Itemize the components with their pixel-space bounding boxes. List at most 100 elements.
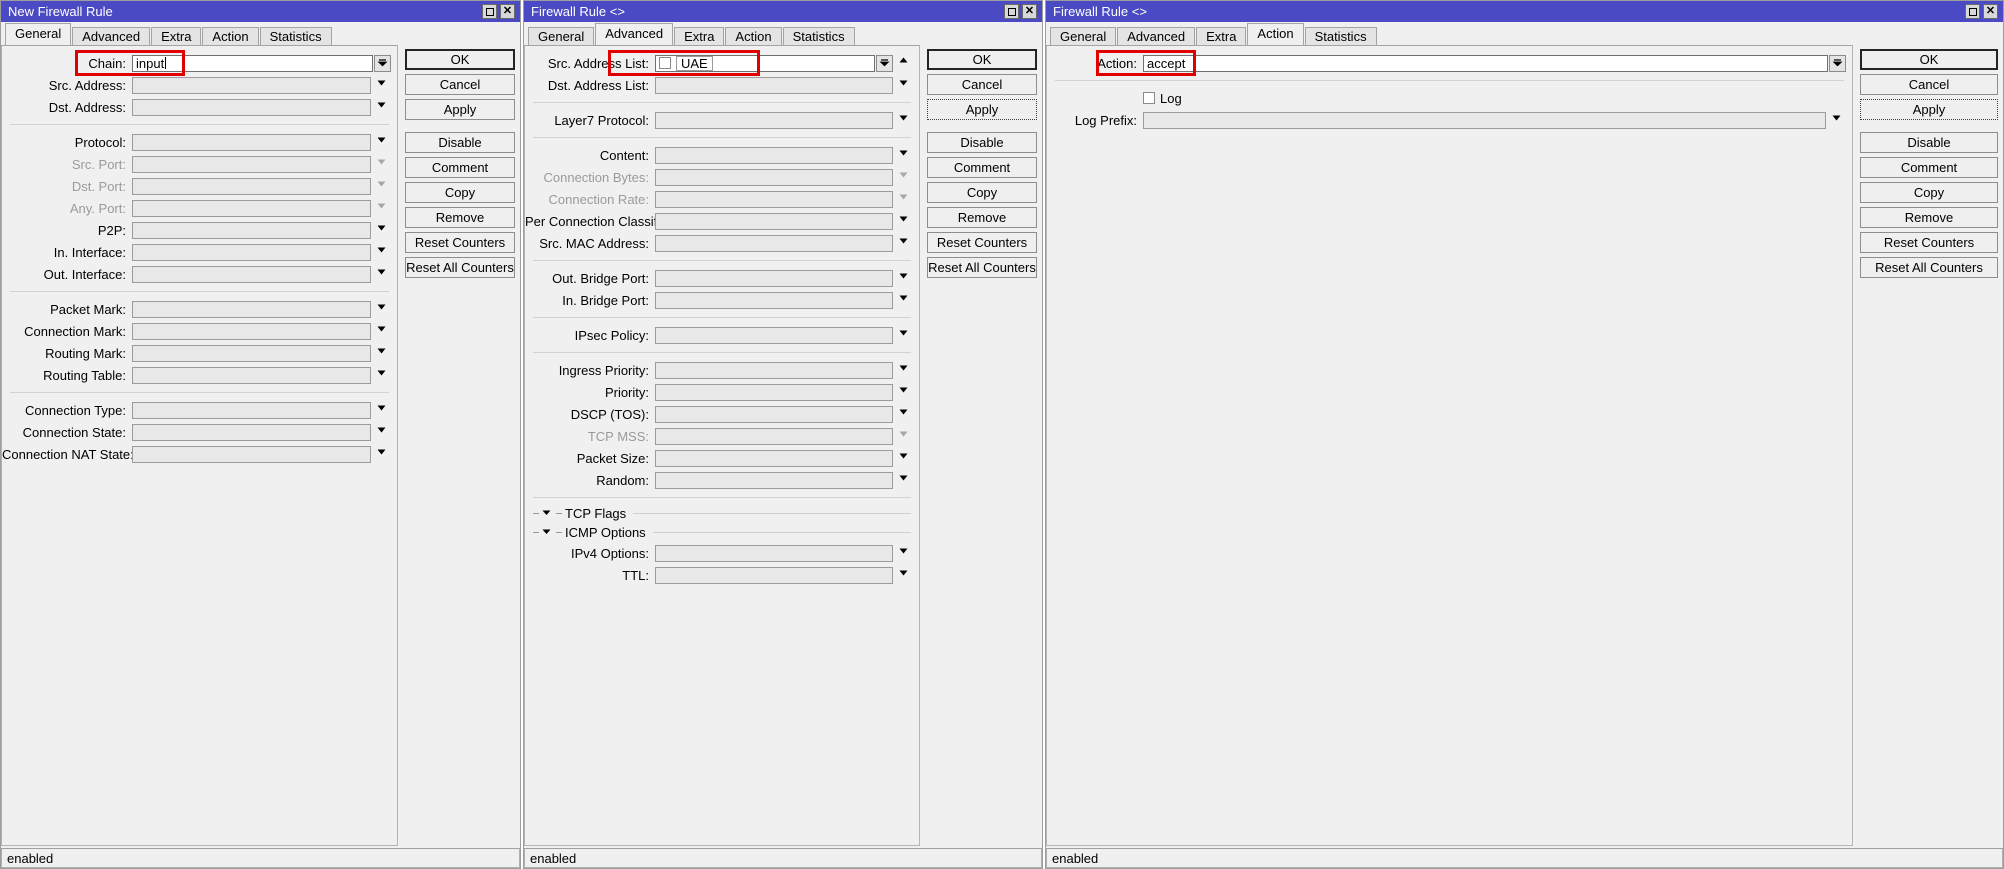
chevron-down-icon[interactable] (893, 383, 913, 402)
copy-button[interactable]: Copy (1860, 182, 1998, 203)
chevron-down-icon[interactable] (371, 322, 391, 341)
chevron-down-icon[interactable] (371, 221, 391, 240)
comment-button[interactable]: Comment (405, 157, 515, 178)
apply-button[interactable]: Apply (927, 99, 1037, 120)
field-input[interactable] (655, 190, 893, 208)
comment-button[interactable]: Comment (927, 157, 1037, 178)
tab-general[interactable]: General (1050, 27, 1117, 45)
chevron-down-icon[interactable] (371, 98, 391, 117)
ok-button[interactable]: OK (405, 49, 515, 70)
chevron-down-icon[interactable] (371, 243, 391, 262)
tab-general[interactable]: General (5, 23, 72, 45)
field-input[interactable] (655, 544, 893, 562)
chevron-down-icon[interactable] (371, 133, 391, 152)
chevron-down-icon[interactable] (1826, 111, 1846, 130)
field-input[interactable] (132, 133, 371, 151)
field-input[interactable]: accept (1143, 54, 1828, 72)
field-input[interactable] (655, 361, 893, 379)
chevron-down-icon[interactable] (893, 146, 913, 165)
collapsible-icmp-options[interactable]: ICMP Options (525, 523, 919, 542)
chevron-down-icon[interactable] (371, 155, 391, 174)
field-input[interactable] (655, 269, 893, 287)
tab-extra[interactable]: Extra (674, 27, 725, 45)
reset-counters-button[interactable]: Reset Counters (927, 232, 1037, 253)
chevron-down-icon[interactable] (371, 445, 391, 464)
close-icon[interactable]: ✕ (1983, 4, 1998, 19)
reset-counters-button[interactable]: Reset Counters (405, 232, 515, 253)
value-chip[interactable]: UAE (676, 55, 713, 71)
ok-button[interactable]: OK (927, 49, 1037, 70)
tab-statistics[interactable]: Statistics (259, 27, 332, 45)
field-input[interactable] (655, 168, 893, 186)
remove-button[interactable]: Remove (927, 207, 1037, 228)
field-input[interactable] (132, 300, 371, 318)
maximize-icon[interactable] (482, 4, 497, 19)
field-input[interactable] (132, 243, 371, 261)
tab-extra[interactable]: Extra (151, 27, 202, 45)
reset-counters-button[interactable]: Reset Counters (1860, 232, 1998, 253)
tab-statistics[interactable]: Statistics (782, 27, 855, 45)
close-icon[interactable]: ✕ (500, 4, 515, 19)
apply-button[interactable]: Apply (405, 99, 515, 120)
log-checkbox[interactable] (1143, 92, 1155, 104)
field-input[interactable] (132, 445, 371, 463)
cancel-button[interactable]: Cancel (405, 74, 515, 95)
chevron-down-icon[interactable] (893, 326, 913, 345)
field-input[interactable]: input (132, 54, 373, 72)
tab-advanced[interactable]: Advanced (72, 27, 151, 45)
tab-advanced[interactable]: Advanced (1117, 27, 1196, 45)
chevron-down-icon[interactable] (893, 168, 913, 187)
field-input[interactable] (655, 146, 893, 164)
field-input[interactable] (1143, 111, 1826, 129)
copy-button[interactable]: Copy (927, 182, 1037, 203)
chevron-down-icon[interactable] (893, 361, 913, 380)
field-input[interactable] (132, 366, 371, 384)
ok-button[interactable]: OK (1860, 49, 1998, 70)
tab-action[interactable]: Action (725, 27, 782, 45)
chevron-down-icon[interactable] (371, 76, 391, 95)
field-input[interactable] (655, 566, 893, 584)
tab-extra[interactable]: Extra (1196, 27, 1247, 45)
field-input[interactable] (655, 326, 893, 344)
chevron-down-icon[interactable] (371, 265, 391, 284)
chevron-down-icon[interactable] (371, 366, 391, 385)
remove-button[interactable]: Remove (405, 207, 515, 228)
copy-button[interactable]: Copy (405, 182, 515, 203)
field-input[interactable]: UAE (655, 54, 875, 72)
chevron-down-icon[interactable] (893, 76, 913, 95)
chevron-up-icon[interactable] (893, 54, 913, 73)
field-input[interactable] (655, 471, 893, 489)
address-list-checkbox[interactable] (659, 57, 671, 69)
tab-action[interactable]: Action (1247, 23, 1304, 45)
chevron-down-icon[interactable] (893, 405, 913, 424)
field-input[interactable] (655, 427, 893, 445)
chevron-down-icon[interactable] (371, 401, 391, 420)
apply-button[interactable]: Apply (1860, 99, 1998, 120)
close-icon[interactable]: ✕ (1022, 4, 1037, 19)
dropdown-button[interactable] (876, 54, 893, 72)
chevron-down-icon[interactable] (371, 344, 391, 363)
collapsible-tcp-flags[interactable]: TCP Flags (525, 504, 919, 523)
field-input[interactable] (655, 234, 893, 252)
chevron-down-icon[interactable] (893, 544, 913, 563)
chevron-down-icon[interactable] (893, 234, 913, 253)
maximize-icon[interactable] (1965, 4, 1980, 19)
cancel-button[interactable]: Cancel (927, 74, 1037, 95)
chevron-down-icon[interactable] (371, 199, 391, 218)
reset-all-counters-button[interactable]: Reset All Counters (927, 257, 1037, 278)
field-input[interactable] (655, 291, 893, 309)
field-input[interactable] (132, 98, 371, 116)
tab-statistics[interactable]: Statistics (1304, 27, 1377, 45)
field-input[interactable] (655, 405, 893, 423)
field-input[interactable] (132, 199, 371, 217)
tab-advanced[interactable]: Advanced (595, 23, 674, 45)
field-input[interactable] (655, 449, 893, 467)
field-input[interactable] (132, 423, 371, 441)
chevron-down-icon[interactable] (893, 111, 913, 130)
field-input[interactable] (655, 383, 893, 401)
reset-all-counters-button[interactable]: Reset All Counters (405, 257, 515, 278)
tab-general[interactable]: General (528, 27, 595, 45)
dropdown-button[interactable] (374, 54, 391, 72)
chevron-down-icon[interactable] (371, 300, 391, 319)
chevron-down-icon[interactable] (893, 269, 913, 288)
